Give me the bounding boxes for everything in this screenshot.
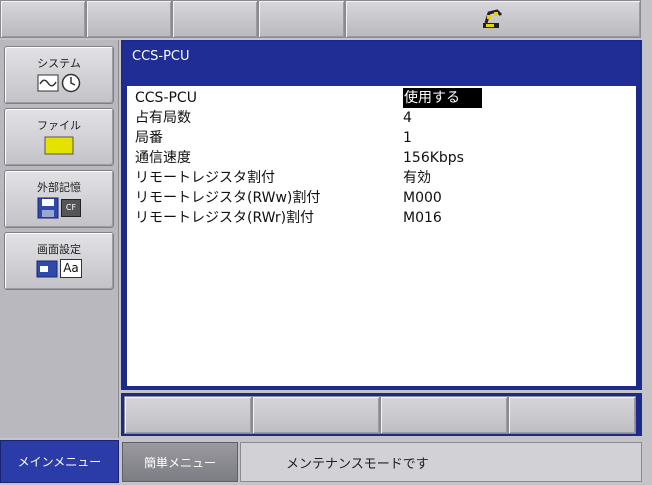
setting-row-occupied-stations[interactable]: 占有局数 4	[135, 108, 625, 128]
top-tab-2[interactable]	[86, 0, 172, 38]
floppy-disk-icon	[37, 197, 59, 219]
setting-key: CCS-PCU	[135, 90, 197, 106]
top-tab-1[interactable]	[0, 0, 86, 38]
cf-card-label: CF	[65, 203, 77, 212]
setting-row-remote-register-rwr[interactable]: リモートレジスタ(RWr)割付 M016	[135, 208, 625, 228]
robot-arm-icon	[483, 9, 503, 28]
setting-value[interactable]: 1	[403, 128, 412, 148]
side-menu: システム ファイル 外部記憶 CF 画面設定 Aa	[0, 40, 119, 438]
top-tab-robot[interactable]	[345, 0, 641, 38]
menu-display-settings-button[interactable]: 画面設定 Aa	[4, 232, 114, 290]
menu-external-memory-button[interactable]: 外部記憶 CF	[4, 170, 114, 228]
menu-display-settings-label: 画面設定	[37, 243, 81, 256]
fkey-3[interactable]	[380, 396, 508, 434]
menu-system-label: システム	[37, 57, 81, 70]
menu-file-button[interactable]: ファイル	[4, 108, 114, 166]
window-title: CCS-PCU	[132, 49, 190, 64]
waveform-icon	[37, 74, 59, 92]
setting-key: リモートレジスタ(RWw)割付	[135, 190, 321, 206]
simple-menu-label: 簡単メニュー	[143, 455, 216, 470]
window-title-bar: CCS-PCU	[123, 42, 640, 88]
top-tab-4[interactable]	[258, 0, 345, 38]
setting-row-remote-register-rww[interactable]: リモートレジスタ(RWw)割付 M000	[135, 188, 625, 208]
setting-value[interactable]: M016	[403, 208, 442, 228]
setting-key: リモートレジスタ(RWr)割付	[135, 210, 315, 226]
font-icon: Aa	[60, 259, 82, 278]
function-key-bar	[121, 393, 642, 436]
font-icon-label: Aa	[63, 261, 79, 275]
bottom-bar: メインメニュー 簡単メニュー メンテナンスモードです	[0, 440, 652, 485]
fkey-2[interactable]	[252, 396, 380, 434]
clock-icon	[61, 73, 81, 93]
top-tab-3[interactable]	[172, 0, 258, 38]
setting-key: リモートレジスタ割付	[135, 170, 275, 186]
simple-menu-button[interactable]: 簡単メニュー	[122, 442, 238, 482]
fkey-4[interactable]	[508, 396, 636, 434]
setting-value[interactable]: 4	[403, 108, 412, 128]
setting-value[interactable]: 有効	[403, 168, 431, 188]
setting-value-selected[interactable]: 使用する	[403, 88, 482, 108]
status-text: メンテナンスモードです	[286, 456, 429, 472]
fkey-1[interactable]	[124, 396, 252, 434]
ccs-pcu-window: CCS-PCU CCS-PCU 使用する 占有局数 4 局番 1 通信速度 15…	[121, 40, 642, 390]
setting-key: 局番	[135, 130, 163, 146]
setting-row-baud-rate[interactable]: 通信速度 156Kbps	[135, 148, 625, 168]
setting-key: 占有局数	[135, 110, 191, 126]
setting-row-remote-register[interactable]: リモートレジスタ割付 有効	[135, 168, 625, 188]
pendant-screen: システム ファイル 外部記憶 CF 画面設定 Aa CCS-PCU CCS-PC…	[0, 0, 652, 485]
setting-key: 通信速度	[135, 150, 191, 166]
setting-value[interactable]: M000	[403, 188, 442, 208]
setting-row-ccs-pcu[interactable]: CCS-PCU 使用する	[135, 88, 625, 108]
folder-icon	[44, 136, 74, 155]
menu-file-label: ファイル	[37, 119, 81, 132]
status-message: メンテナンスモードです	[240, 442, 642, 482]
menu-external-memory-label: 外部記憶	[37, 181, 81, 194]
main-menu-label: メインメニュー	[17, 455, 102, 469]
window-icon	[36, 260, 58, 277]
setting-row-station-number[interactable]: 局番 1	[135, 128, 625, 148]
menu-system-button[interactable]: システム	[4, 46, 114, 104]
cf-card-icon: CF	[61, 199, 81, 217]
settings-list: CCS-PCU 使用する 占有局数 4 局番 1 通信速度 156Kbps リモ…	[127, 86, 636, 386]
main-menu-button[interactable]: メインメニュー	[0, 440, 119, 483]
setting-value[interactable]: 156Kbps	[403, 148, 464, 168]
